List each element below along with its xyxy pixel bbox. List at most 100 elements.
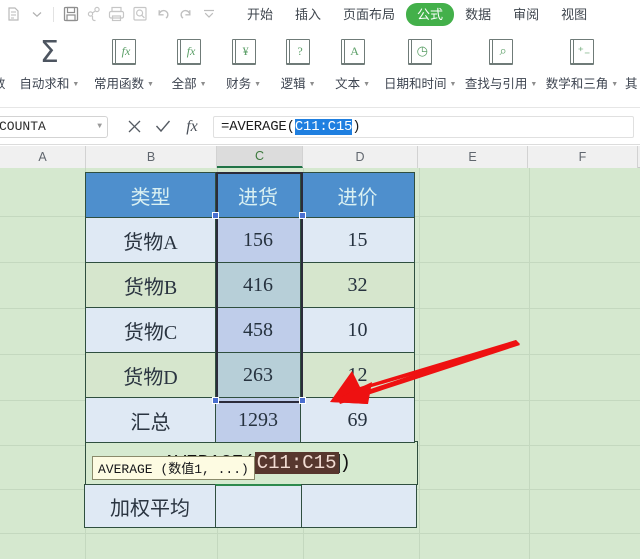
formula-cell-selected-arg: C11:C15	[254, 452, 339, 474]
ribbon-date-time[interactable]: ◷ 日期和时间 ▼	[380, 28, 461, 108]
table-row[interactable]: 货物C 458 10	[85, 307, 418, 353]
chevron-down-icon[interactable]: ▼	[97, 122, 102, 131]
cell-price[interactable]: 32	[300, 262, 415, 308]
title-tab-bar: 开始 插入 页面布局 公式 数据 审阅 视图	[0, 0, 640, 28]
tab-review[interactable]: 审阅	[502, 3, 550, 26]
ribbon-more-functions[interactable]: 其	[622, 28, 640, 108]
column-header-e[interactable]: E	[418, 146, 528, 168]
ribbon-label-all-functions: 全部	[171, 77, 197, 91]
tab-page-layout[interactable]: 页面布局	[332, 3, 406, 26]
selection-handle-bottom-left[interactable]	[212, 397, 219, 404]
cell-price[interactable]: 10	[300, 307, 415, 353]
chevron-down-icon[interactable]: ▼	[147, 81, 154, 88]
ribbon-insert-function[interactable]: 数	[0, 28, 12, 108]
chevron-down-icon[interactable]: ▼	[611, 81, 618, 88]
cell-in[interactable]: 416	[215, 262, 301, 308]
table-row[interactable]: 货物B 416 32	[85, 262, 418, 308]
common-functions-icon: fx	[110, 36, 138, 70]
cell-price[interactable]: 12	[300, 352, 415, 398]
cell-type[interactable]: 货物C	[85, 307, 216, 353]
lookup-reference-icon: ⌕	[487, 36, 515, 70]
ribbon-label-more-functions: 其	[624, 77, 638, 91]
share-icon[interactable]	[82, 0, 105, 28]
chevron-down-icon[interactable]: ▼	[363, 81, 370, 88]
name-box[interactable]: COUNTA ▼	[0, 115, 108, 138]
print-icon[interactable]	[105, 0, 128, 28]
cell-in[interactable]: 263	[215, 352, 301, 398]
menu-more-icon[interactable]	[2, 0, 25, 28]
all-functions-icon: fx	[175, 36, 203, 70]
print-preview-icon[interactable]	[128, 0, 151, 28]
ribbon-label-common-functions: 常用函数	[94, 77, 145, 91]
ribbon-label-math-trig: 数学和三角	[545, 77, 609, 91]
chevron-down-icon[interactable]	[25, 0, 48, 28]
selection-handle-top-left[interactable]	[212, 212, 219, 219]
table-row[interactable]: 货物D 263 12	[85, 352, 418, 398]
autosum-icon: Σ	[39, 35, 59, 70]
chevron-down-icon[interactable]: ▼	[450, 81, 457, 88]
cell-price[interactable]: 69	[300, 397, 415, 443]
cell-weighted-average-value[interactable]	[215, 484, 302, 528]
cell-type[interactable]: 货物D	[85, 352, 216, 398]
cell-in[interactable]: 458	[215, 307, 301, 353]
worksheet-grid[interactable]: 类型 进货 进价 货物A 156 15 货物B 416 32 货物C 458 1…	[0, 168, 640, 559]
undo-icon[interactable]	[151, 0, 174, 28]
ribbon-common-functions[interactable]: fx 常用函数 ▼	[86, 28, 162, 108]
table-header-price: 进价	[300, 172, 415, 218]
tab-data[interactable]: 数据	[454, 3, 502, 26]
selection-handle-top-right[interactable]	[299, 212, 306, 219]
insert-function-button[interactable]: fx	[184, 118, 200, 136]
tab-view[interactable]: 视图	[550, 3, 598, 26]
column-header-b[interactable]: B	[86, 146, 217, 168]
chevron-down-icon[interactable]: ▼	[309, 81, 316, 88]
tab-start[interactable]: 开始	[236, 3, 284, 26]
ribbon-logical[interactable]: ? 逻辑 ▼	[271, 28, 326, 108]
cell-type[interactable]: 汇总	[85, 397, 216, 443]
ribbon-all-functions[interactable]: fx 全部 ▼	[162, 28, 217, 108]
ribbon-text[interactable]: A 文本 ▼	[325, 28, 380, 108]
column-header-f[interactable]: F	[528, 146, 638, 168]
cell-type[interactable]: 货物A	[85, 217, 216, 263]
cell-price[interactable]: 15	[300, 217, 415, 263]
chevron-down-icon[interactable]: ▼	[200, 81, 207, 88]
table-header-in: 进货	[215, 172, 301, 218]
save-icon[interactable]	[59, 0, 82, 28]
redo-icon[interactable]	[174, 0, 197, 28]
formula-cell-suffix: )	[339, 452, 351, 474]
tab-insert[interactable]: 插入	[284, 3, 332, 26]
cancel-formula-button[interactable]	[126, 118, 142, 136]
ribbon-math-trig[interactable]: ⁺₋ 数学和三角 ▼	[542, 28, 623, 108]
math-trig-icon: ⁺₋	[568, 36, 596, 70]
chevron-down-icon[interactable]: ▼	[530, 81, 537, 88]
cell-weighted-average-label[interactable]: 加权平均	[84, 484, 216, 528]
selection-handle-bottom-right[interactable]	[299, 397, 306, 404]
cell-in[interactable]: 156	[215, 217, 301, 263]
tab-formula[interactable]: 公式	[406, 2, 455, 26]
confirm-formula-button[interactable]	[155, 118, 171, 136]
gridline	[529, 168, 530, 559]
column-header-d[interactable]: D	[303, 146, 418, 168]
ribbon-toolbar: 数 Σ 自动求和▼ fx 常用函数▼ fx 全部▼ ¥ 财务▼ ?	[0, 28, 640, 108]
ribbon-label-insert-function: 数	[0, 73, 5, 92]
formula-input[interactable]: =AVERAGE(C11:C15)	[213, 115, 634, 138]
cell-type[interactable]: 货物B	[85, 262, 216, 308]
cell-bottom-extra[interactable]	[301, 484, 417, 528]
gridline	[0, 533, 640, 534]
ribbon-financial[interactable]: ¥ 财务 ▼	[216, 28, 271, 108]
chevron-down-icon[interactable]: ▼	[72, 81, 79, 88]
column-header-a[interactable]: A	[0, 146, 86, 168]
financial-icon: ¥	[230, 36, 258, 70]
ribbon-autosum[interactable]: Σ 自动求和 ▼	[12, 28, 86, 108]
ribbon-lookup-reference[interactable]: ⌕ 查找与引用 ▼	[461, 28, 542, 108]
gridline	[419, 168, 420, 559]
ribbon-label-logical: 逻辑	[280, 77, 306, 91]
ribbon-tabs: 开始 插入 页面布局 公式 数据 审阅 视图	[236, 0, 598, 28]
column-header-row: A B C D E F	[0, 146, 640, 168]
formula-bar: COUNTA ▼ fx =AVERAGE(C11:C15)	[0, 109, 640, 145]
chevron-down-icon[interactable]: ▼	[254, 81, 261, 88]
cell-in[interactable]: 1293	[215, 397, 301, 443]
table-total-row[interactable]: 汇总 1293 69	[85, 397, 418, 443]
table-row[interactable]: 货物A 156 15	[85, 217, 418, 263]
customize-toolbar-icon[interactable]	[197, 0, 220, 28]
column-header-c[interactable]: C	[217, 146, 303, 168]
